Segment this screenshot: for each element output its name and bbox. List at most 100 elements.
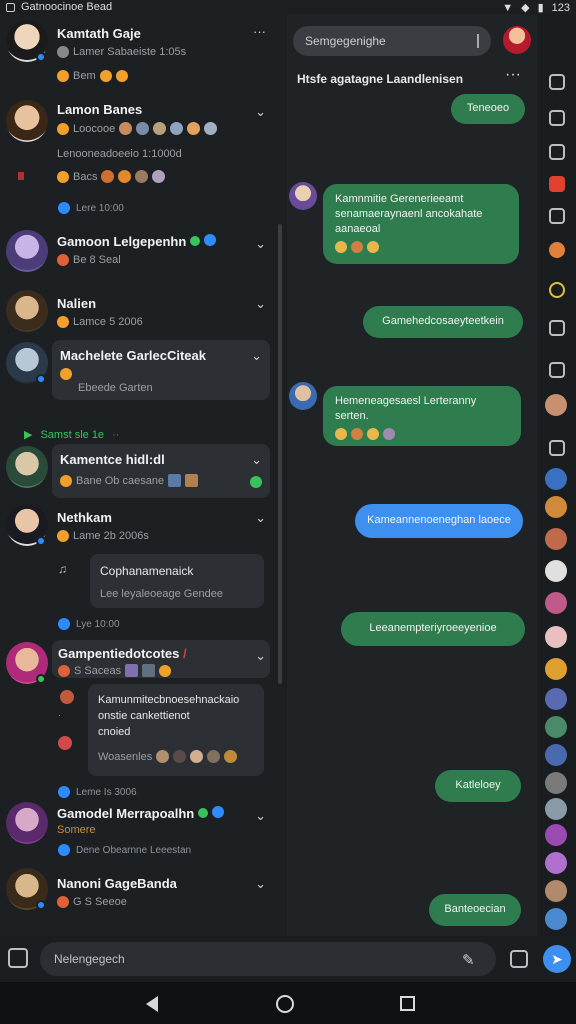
more-icon[interactable]: ··· <box>253 24 266 39</box>
chat-meta: Dene Obearnne Leeestan <box>58 844 191 856</box>
chat-item[interactable]: Nethkam Lame 2b 2006s ♫ Cophanamenaick L… <box>0 502 276 634</box>
contact-avatar[interactable] <box>545 592 567 614</box>
chevron-down-icon[interactable]: ⌄ <box>255 236 266 252</box>
check-icon <box>58 202 70 214</box>
chat-name-text: Gamodel Merrapoalhn <box>57 806 195 821</box>
pencil-icon[interactable]: ✎ <box>462 951 480 969</box>
chat-item[interactable]: Nalien Lamce 5 2006 ⌄ <box>0 288 276 342</box>
pen-icon: / <box>182 646 187 661</box>
emoji-row <box>335 427 509 440</box>
mini-avatar <box>170 122 184 135</box>
flag-icon[interactable] <box>549 176 565 192</box>
edit-icon[interactable] <box>549 362 565 378</box>
notification-icon[interactable] <box>549 242 565 258</box>
chevron-down-icon[interactable]: ⌄ <box>251 348 262 364</box>
sync-icon[interactable] <box>549 110 565 126</box>
contact-avatar[interactable] <box>545 880 567 902</box>
attach-icon[interactable] <box>8 948 28 968</box>
contact-avatar[interactable] <box>545 772 567 794</box>
message-bubble[interactable]: Banteoecian <box>429 894 521 926</box>
mini-avatar <box>187 122 201 135</box>
emoji-row <box>335 240 507 253</box>
message-bubble[interactable]: Gamehedcosaeyteetkein <box>363 306 523 338</box>
chevron-down-icon[interactable]: ⌄ <box>255 510 266 526</box>
search-placeholder: Semgegenighe <box>305 34 386 48</box>
contact-avatar[interactable] <box>545 688 567 710</box>
contact-avatar[interactable] <box>545 658 567 680</box>
message-bubble[interactable]: Kamnmitie Gerenerieeamt senamaeraynaenl … <box>323 184 519 264</box>
leaf-icon <box>189 236 200 246</box>
contact-avatar[interactable] <box>545 744 567 766</box>
mic-icon[interactable] <box>477 34 479 48</box>
chat-preview: Somere <box>57 824 96 836</box>
back-icon[interactable] <box>146 996 158 1012</box>
chevron-down-icon[interactable]: ⌄ <box>255 876 266 892</box>
emoji-icon <box>57 896 69 908</box>
chat-preview: Lame 2b 2006s <box>57 530 149 542</box>
contact-avatar[interactable] <box>545 528 567 550</box>
message-bubble[interactable]: Hemeneagesaesl Lerteranny serten. <box>323 386 521 446</box>
sender-avatar[interactable] <box>289 382 317 410</box>
sticker-icon[interactable] <box>510 950 528 968</box>
profile-avatar[interactable] <box>503 26 531 54</box>
message-text: Hemeneagesaesl Lerteranny serten. <box>335 395 477 422</box>
play-icon: ▶ <box>24 429 33 441</box>
contact-avatar[interactable] <box>545 468 567 490</box>
contact-avatar[interactable] <box>545 560 567 582</box>
emoji-icon <box>60 474 72 487</box>
scrollbar[interactable] <box>278 224 282 684</box>
chevron-down-icon[interactable]: ⌄ <box>255 808 266 824</box>
contact-avatar[interactable] <box>545 908 567 930</box>
status-bar: Gatnoocinoe Bead ▼ ◆ ▮ 123 <box>0 0 576 14</box>
chevron-down-icon[interactable]: ⌄ <box>251 452 262 468</box>
message-text: Kamnmitie Gerenerieeamt senamaeraynaenl … <box>335 193 483 235</box>
chat-name: Gampentiedotcotes / <box>58 646 187 661</box>
share-icon[interactable] <box>549 144 565 160</box>
check-icon <box>57 46 69 58</box>
chat-name-text: Gamoon Lelgepenhn <box>57 234 187 249</box>
system-nav-bar <box>0 982 576 1024</box>
message-bubble[interactable]: Katleloey <box>435 770 521 802</box>
chevron-down-icon[interactable]: ⌄ <box>255 296 266 312</box>
message-bubble[interactable]: Kameannenoeneghan laoece <box>355 504 523 538</box>
chat-item[interactable]: Lamon Banes Loocooe Lenooneadoeeio 1:100… <box>0 96 276 226</box>
contact-avatar[interactable] <box>545 496 567 518</box>
message-bubble[interactable]: Leeanempteriyroeeyenioe <box>341 612 525 646</box>
chat-item[interactable]: Gamodel Merrapoalhn Somere Dene Obearnne… <box>0 800 276 862</box>
contact-avatar[interactable] <box>545 626 567 648</box>
chat-item[interactable]: Gampentiedotcotes / S Saceas · Kamunmite… <box>0 640 276 798</box>
mini-avatar <box>204 122 218 135</box>
gallery-icon[interactable] <box>549 208 565 224</box>
more-icon[interactable]: ··· <box>505 66 521 84</box>
message-bubble[interactable]: Teneoeo <box>451 94 525 124</box>
chat-icon[interactable] <box>549 74 565 90</box>
home-icon[interactable] <box>276 995 294 1013</box>
chat-item[interactable]: Machelete GarlecCiteak Ebeede Garten ⌄ <box>0 340 276 402</box>
recents-icon[interactable] <box>400 996 415 1011</box>
instagram-icon[interactable] <box>549 440 565 456</box>
chat-item[interactable]: Kamtath Gaje Lamer Sabaeiste 1:05s Bem ·… <box>0 14 276 94</box>
chat-name: Nanoni GageBanda <box>57 876 177 891</box>
chevron-down-icon[interactable]: ⌄ <box>255 648 266 664</box>
side-rail <box>538 14 576 936</box>
chevron-down-icon[interactable]: ⌄ <box>255 104 266 120</box>
contact-avatar[interactable] <box>545 798 567 820</box>
contact-avatar[interactable] <box>545 852 567 874</box>
contact-avatar[interactable] <box>545 716 567 738</box>
timer-icon[interactable] <box>549 282 565 298</box>
contact-avatar[interactable] <box>545 394 567 416</box>
search-input[interactable]: Semgegenighe <box>293 26 491 56</box>
chat-item[interactable]: Gamoon Lelgepenhn Be 8 Seal ⌄ <box>0 228 276 286</box>
contact-avatar[interactable] <box>545 824 567 846</box>
message-input[interactable]: Nelengegech <box>40 942 496 976</box>
avatar <box>6 230 48 272</box>
sender-avatar[interactable] <box>289 182 317 210</box>
chat-item[interactable]: Nanoni GageBanda G S Seeoe ⌄ <box>0 866 276 926</box>
send-button[interactable]: ➤ <box>543 945 571 973</box>
chat-item[interactable]: Kamentce hidl:dl Bane Ob caesane ⌄ <box>0 444 276 500</box>
mini-avatar <box>136 122 150 135</box>
expand-icon[interactable] <box>549 320 565 336</box>
signal-icon: ▼ <box>502 1 514 14</box>
chat-preview-text: Loocooe <box>73 122 116 135</box>
chat-name-text: Gampentiedotcotes <box>58 646 180 661</box>
